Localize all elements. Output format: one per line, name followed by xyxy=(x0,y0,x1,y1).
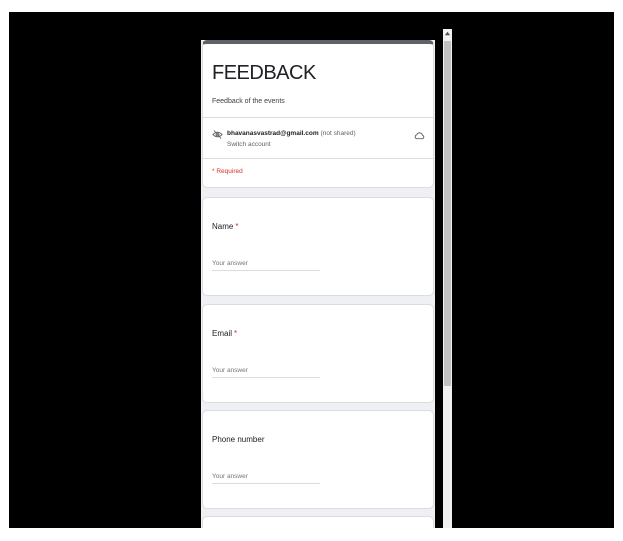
question-label: Email * xyxy=(212,329,237,338)
question-card-email: Email * xyxy=(202,304,434,403)
question-card-next xyxy=(202,516,434,528)
header-divider xyxy=(203,117,433,118)
question-label: Phone number xyxy=(212,435,266,444)
form-header-card: FEEDBACK Feedback of the events bhavanas… xyxy=(202,40,434,188)
scrollbar-thumb[interactable] xyxy=(444,41,451,386)
eye-off-icon xyxy=(212,130,223,139)
email-answer-input[interactable] xyxy=(212,363,320,378)
required-note: * Required xyxy=(212,168,243,175)
vertical-scrollbar[interactable] xyxy=(443,29,452,528)
question-card-name: Name * xyxy=(202,197,434,296)
question-label-text: Name xyxy=(212,222,234,231)
question-card-phone: Phone number xyxy=(202,410,434,509)
account-email: bhavanasvastrad@gmail.com (not shared) xyxy=(227,130,356,137)
scroll-up-arrow-icon[interactable] xyxy=(444,30,451,37)
question-label: Name * xyxy=(212,222,238,231)
form-viewport: FEEDBACK Feedback of the events bhavanas… xyxy=(201,40,435,528)
phone-answer-input[interactable] xyxy=(212,469,320,484)
account-not-shared-note: (not shared) xyxy=(320,130,356,137)
required-star: * xyxy=(234,329,238,338)
form-title: FEEDBACK xyxy=(212,62,316,84)
switch-account-link[interactable]: Switch account xyxy=(227,141,271,148)
account-divider xyxy=(203,158,433,159)
account-email-text: bhavanasvastrad@gmail.com xyxy=(227,130,319,137)
question-label-text: Email xyxy=(212,329,233,338)
screen-background: FEEDBACK Feedback of the events bhavanas… xyxy=(9,12,614,528)
name-answer-input[interactable] xyxy=(212,256,320,271)
question-label-text: Phone number xyxy=(212,435,265,444)
required-star: * xyxy=(235,222,239,231)
form-description: Feedback of the events xyxy=(212,98,285,105)
cloud-icon xyxy=(414,132,425,140)
